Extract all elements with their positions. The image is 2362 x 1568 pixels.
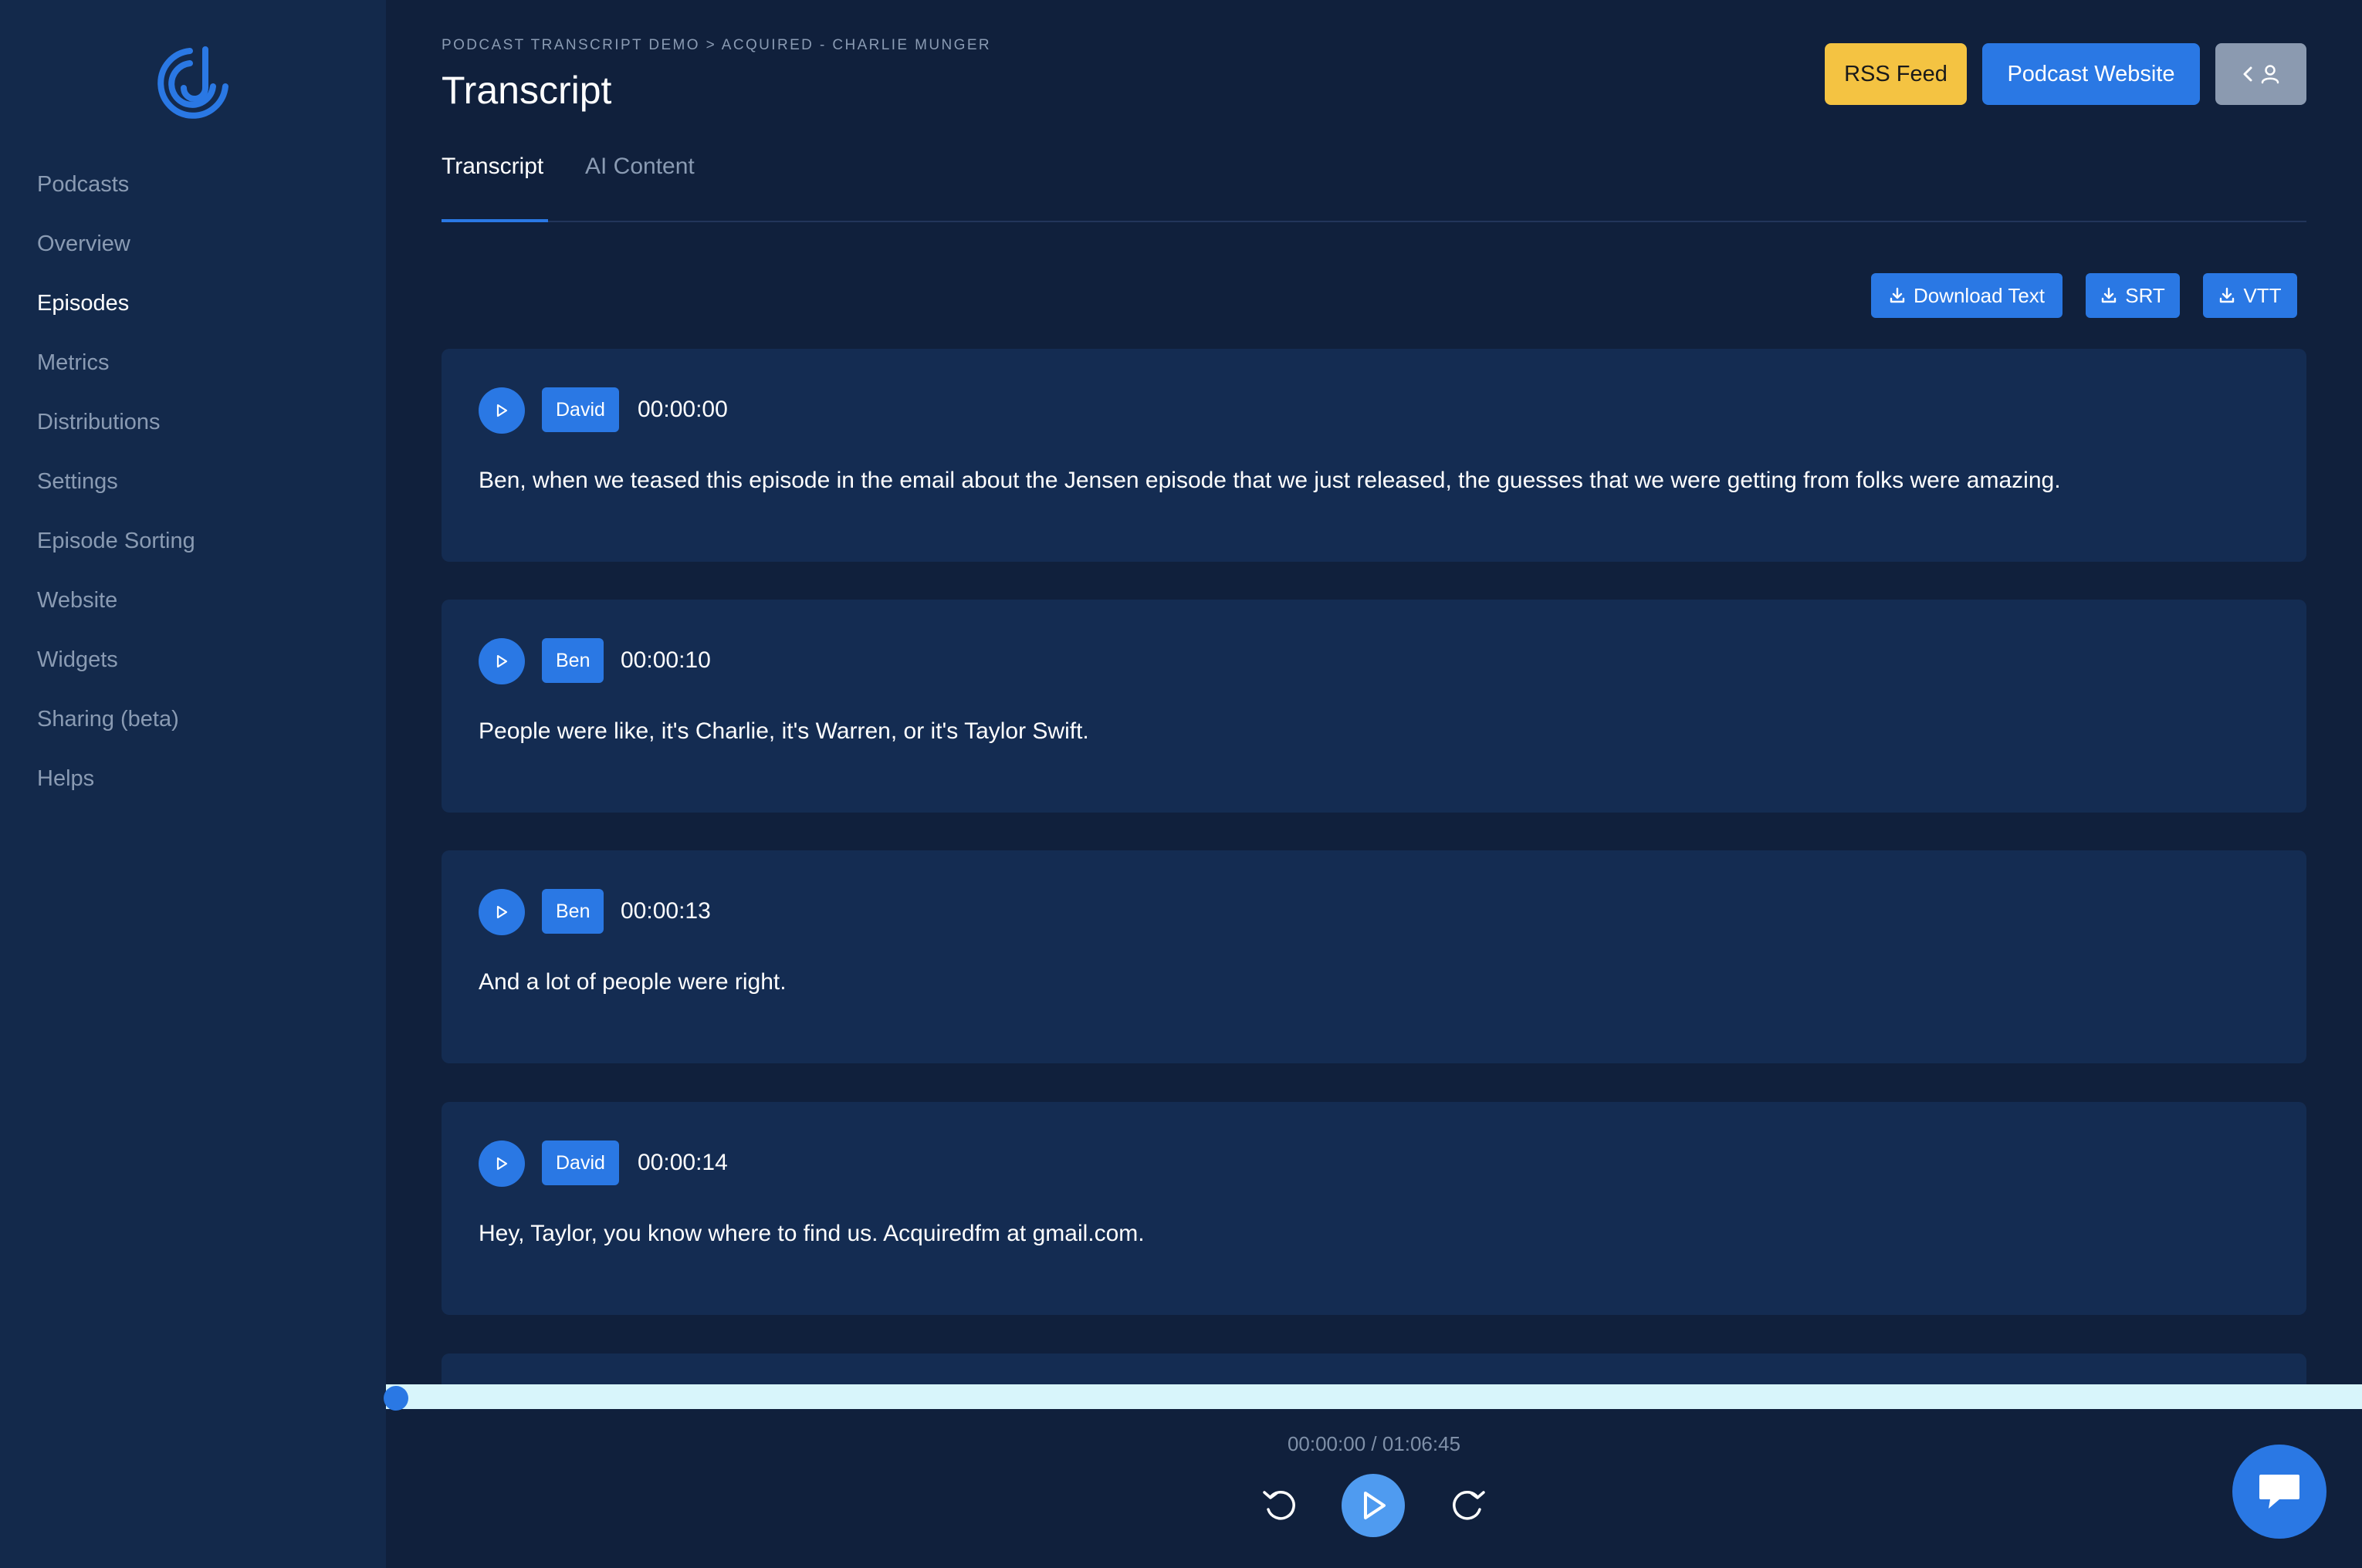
chevron-left-icon	[2243, 66, 2252, 82]
sidebar-nav: Podcasts Overview Episodes Metrics Distr…	[37, 167, 195, 820]
segment-text: Ben, when we teased this episode in the …	[479, 468, 2061, 493]
sidebar-item-episodes[interactable]: Episodes	[37, 286, 195, 345]
sidebar-item-helps[interactable]: Helps	[37, 761, 195, 820]
download-icon	[2102, 287, 2117, 303]
rewind-icon	[1263, 1491, 1295, 1520]
segment-timestamp: 00:00:10	[621, 647, 711, 673]
sidebar-item-metrics[interactable]: Metrics	[37, 345, 195, 404]
podcast-website-button[interactable]: Podcast Website	[1982, 43, 2200, 105]
sidebar-item-widgets[interactable]: Widgets	[37, 642, 195, 701]
segment-timestamp: 00:00:14	[638, 1150, 728, 1175]
logo-icon[interactable]	[154, 45, 232, 127]
tab-bar: Transcript AI Content	[442, 151, 2306, 222]
tab-ai-content[interactable]: AI Content	[585, 151, 695, 222]
user-icon	[2261, 65, 2279, 84]
transcript-segment: David 00:00:14 Hey, Taylor, you know whe…	[442, 1102, 2306, 1315]
page-title: Transcript	[442, 69, 612, 112]
segment-timestamp: 00:00:00	[638, 397, 728, 422]
sidebar-item-website[interactable]: Website	[37, 583, 195, 642]
transcript-segment: Ben 00:00:13 And a lot of people were ri…	[442, 850, 2306, 1063]
sidebar-item-distributions[interactable]: Distributions	[37, 404, 195, 464]
sidebar: Podcasts Overview Episodes Metrics Distr…	[0, 0, 386, 1568]
sidebar-item-settings[interactable]: Settings	[37, 464, 195, 523]
breadcrumb: PODCAST TRANSCRIPT DEMO > ACQUIRED - CHA…	[442, 37, 992, 53]
download-srt-button[interactable]: SRT	[2086, 273, 2180, 318]
play-icon	[496, 905, 508, 919]
segment-timestamp: 00:00:13	[621, 898, 711, 924]
segment-text: And a lot of people were right.	[479, 969, 787, 995]
app-root: Podcasts Overview Episodes Metrics Distr…	[0, 0, 2362, 1568]
main-content: PODCAST TRANSCRIPT DEMO > ACQUIRED - CHA…	[384, 0, 2362, 1568]
play-icon	[496, 654, 508, 668]
speaker-badge[interactable]: David	[542, 1141, 619, 1185]
segment-text: People were like, it's Charlie, it's War…	[479, 718, 1089, 744]
forward-button[interactable]	[1442, 1474, 1493, 1536]
segment-text: Hey, Taylor, you know where to find us. …	[479, 1221, 1145, 1246]
progress-bar[interactable]	[386, 1384, 2362, 1409]
sidebar-item-episode-sorting[interactable]: Episode Sorting	[37, 523, 195, 583]
user-menu-button[interactable]	[2215, 43, 2306, 105]
speaker-badge[interactable]: David	[542, 387, 619, 432]
speaker-badge[interactable]: Ben	[542, 889, 604, 934]
progress-handle[interactable]	[384, 1386, 408, 1411]
sidebar-item-sharing[interactable]: Sharing (beta)	[37, 701, 195, 761]
player-time-readout: 00:00:00 / 01:06:45	[1287, 1432, 1461, 1455]
transcript-segment: Ben 00:00:10 People were like, it's Char…	[442, 600, 2306, 813]
sidebar-item-overview[interactable]: Overview	[37, 226, 195, 286]
download-text-label: Download Text	[1913, 283, 2046, 307]
play-icon	[496, 404, 508, 417]
download-srt-label: SRT	[2125, 283, 2165, 307]
transcript-segment	[442, 1353, 2306, 1386]
forward-icon	[1453, 1491, 1485, 1520]
sidebar-item-podcasts[interactable]: Podcasts	[37, 167, 195, 226]
segment-play-button[interactable]	[479, 387, 525, 434]
tab-transcript[interactable]: Transcript	[442, 151, 548, 222]
rewind-button[interactable]	[1255, 1474, 1306, 1536]
segment-play-button[interactable]	[479, 889, 525, 935]
chat-icon	[2259, 1475, 2299, 1509]
transcript-list: David 00:00:00 Ben, when we teased this …	[442, 349, 2306, 1386]
rss-feed-button[interactable]: RSS Feed	[1825, 43, 1967, 105]
download-icon	[1890, 287, 1905, 303]
download-vtt-label: VTT	[2243, 283, 2282, 307]
download-icon	[2220, 287, 2235, 303]
segment-play-button[interactable]	[479, 638, 525, 684]
download-text-button[interactable]: Download Text	[1871, 273, 2063, 318]
download-vtt-button[interactable]: VTT	[2203, 273, 2297, 318]
play-icon	[1364, 1492, 1386, 1519]
segment-play-button[interactable]	[479, 1141, 525, 1187]
transcript-segment: David 00:00:00 Ben, when we teased this …	[442, 349, 2306, 562]
play-icon	[496, 1157, 508, 1171]
chat-widget-button[interactable]	[2232, 1445, 2326, 1539]
main-play-button[interactable]	[1342, 1474, 1405, 1537]
speaker-badge[interactable]: Ben	[542, 638, 604, 683]
